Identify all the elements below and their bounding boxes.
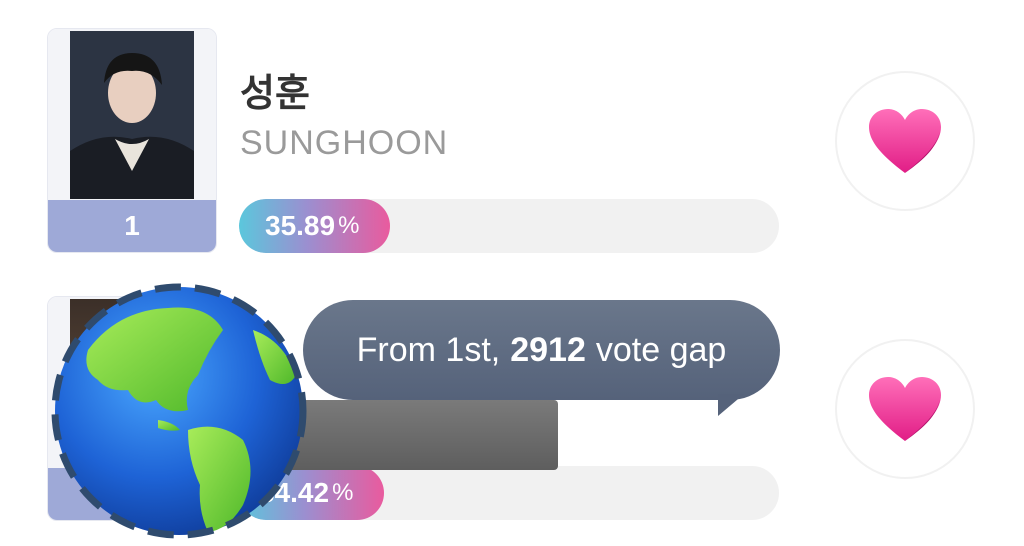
tooltip-prefix: From 1st, <box>356 330 501 369</box>
tooltip-tail <box>718 394 744 416</box>
vote-progress-bar-2: 34.42% <box>239 466 779 520</box>
percent-sign: % <box>332 479 354 506</box>
vote-gap-tooltip: From 1st, 2912 vote gap <box>303 300 780 400</box>
profile-photo <box>70 31 194 199</box>
vote-heart-button-2[interactable] <box>835 339 975 479</box>
candidate-name-english: SUNGHOON <box>240 124 449 162</box>
vote-progress-bar-1: 35.89% <box>239 199 779 253</box>
heart-icon <box>869 109 941 173</box>
rank-badge: 1 <box>48 200 216 252</box>
redaction-block <box>288 400 558 470</box>
vote-percentage-value: 35.89 <box>265 210 336 241</box>
candidate-card-1[interactable]: 1 <box>47 28 217 253</box>
heart-icon <box>869 377 941 441</box>
candidate-photo-1 <box>48 29 216 201</box>
candidate-name-korean: 성훈 <box>240 71 310 115</box>
vote-percentage-label: 35.89% <box>265 199 359 253</box>
tooltip-suffix: vote gap <box>595 330 727 369</box>
tooltip-gap-value: 2912 <box>510 330 586 369</box>
vote-heart-button-1[interactable] <box>835 71 975 211</box>
percent-sign: % <box>338 212 360 239</box>
globe-icon <box>51 283 307 539</box>
